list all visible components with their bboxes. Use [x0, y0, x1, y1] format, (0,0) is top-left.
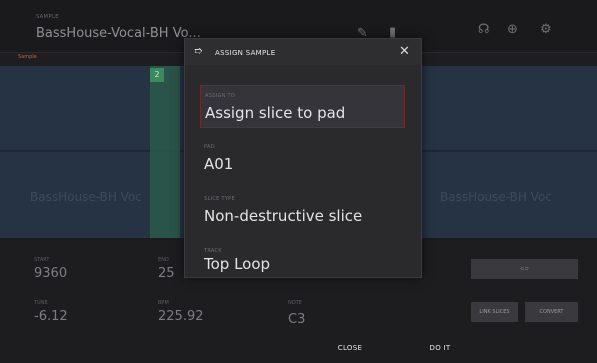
strip-label: Sample — [18, 54, 37, 60]
do-it-button[interactable]: DO IT — [400, 340, 480, 356]
convert-button[interactable]: CONVERT — [525, 302, 578, 322]
sample-name[interactable]: BassHouse-Vocal-BH Vo... — [36, 26, 201, 41]
pad-label: PAD — [204, 144, 215, 150]
track-label: TRACK — [204, 248, 222, 254]
sample-name-label: SAMPLE — [36, 14, 59, 20]
param-label-note: NOTE — [288, 300, 302, 306]
param-value-end[interactable]: 25 — [158, 266, 175, 281]
selected-slice[interactable] — [150, 66, 180, 238]
link-icon: ⊂⊃ — [520, 266, 529, 272]
param-label-bpm: BPM — [158, 300, 169, 306]
slice-type-field[interactable]: SLICE TYPE Non-destructive slice — [200, 189, 403, 230]
waveform-left-label: BassHouse-BH Voc — [30, 190, 142, 204]
param-value-note[interactable]: C3 — [288, 312, 305, 327]
link-toggle-button[interactable]: ⊂⊃ — [471, 259, 578, 279]
param-value-bpm[interactable]: 225.92 — [158, 309, 204, 324]
pad-value: A01 — [204, 155, 234, 173]
slice-number-tag: 2 — [150, 68, 164, 82]
link-slices-button[interactable]: LINK SLICES — [471, 302, 518, 322]
headphones-icon[interactable]: ☊ — [478, 22, 490, 37]
assign-to-field[interactable]: ASSIGN TO Assign slice to pad — [200, 85, 405, 128]
waveform-right-label: BassHouse-BH Voc — [440, 190, 552, 204]
assign-to-label: ASSIGN TO — [205, 93, 236, 99]
close-icon[interactable]: ✕ — [399, 44, 410, 59]
gear-icon[interactable]: ⚙ — [540, 22, 552, 37]
param-label-start: START — [34, 257, 50, 263]
param-value-tune[interactable]: -6.12 — [34, 309, 68, 324]
track-field[interactable]: TRACK Top Loop — [200, 241, 403, 273]
param-label-tune: TUNE — [34, 300, 48, 306]
track-value: Top Loop — [204, 255, 271, 273]
assign-sample-icon: ➱ — [194, 46, 203, 57]
slice-type-value: Non-destructive slice — [204, 207, 363, 225]
close-button[interactable]: CLOSE — [310, 340, 390, 356]
modal-title: ASSIGN SAMPLE — [215, 49, 276, 57]
param-label-end: END — [158, 257, 169, 263]
zoom-icon[interactable]: ⊕ — [507, 22, 518, 37]
param-value-start[interactable]: 9360 — [34, 266, 67, 281]
assign-to-value: Assign slice to pad — [205, 104, 346, 122]
pad-field[interactable]: PAD A01 — [200, 137, 403, 178]
assign-sample-modal: ➱ ASSIGN SAMPLE ✕ ASSIGN TO Assign slice… — [184, 38, 422, 278]
slice-type-label: SLICE TYPE — [204, 196, 235, 202]
